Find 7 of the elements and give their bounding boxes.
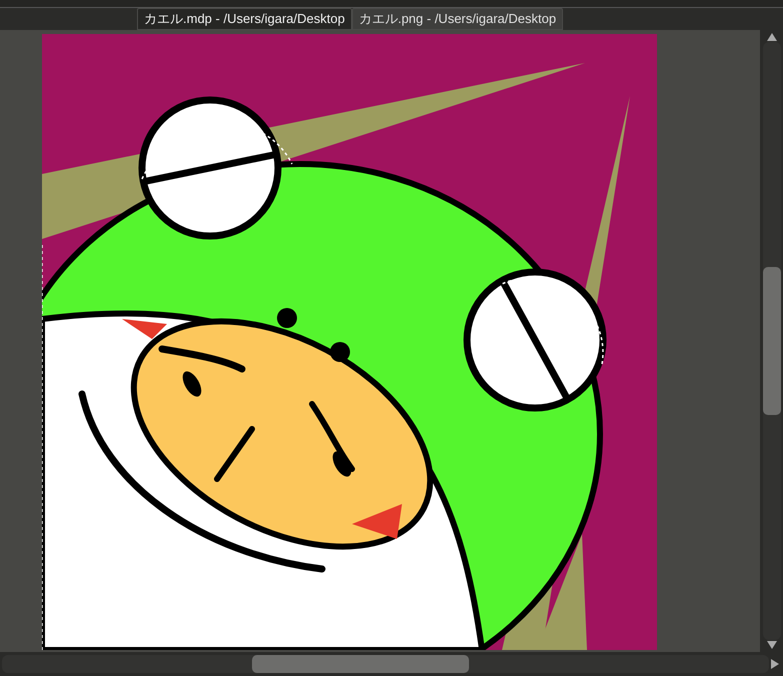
scroll-right-icon[interactable] — [769, 659, 781, 669]
scrollbar-thumb[interactable] — [252, 655, 469, 673]
document-tab[interactable]: カエル.png - /Users/igara/Desktop — [352, 8, 564, 30]
scroll-down-icon[interactable] — [766, 640, 776, 650]
scrollbar-thumb[interactable] — [762, 267, 780, 415]
scroll-up-icon[interactable] — [766, 32, 776, 42]
document-tab[interactable]: カエル.mdp - /Users/igara/Desktop — [137, 8, 352, 30]
